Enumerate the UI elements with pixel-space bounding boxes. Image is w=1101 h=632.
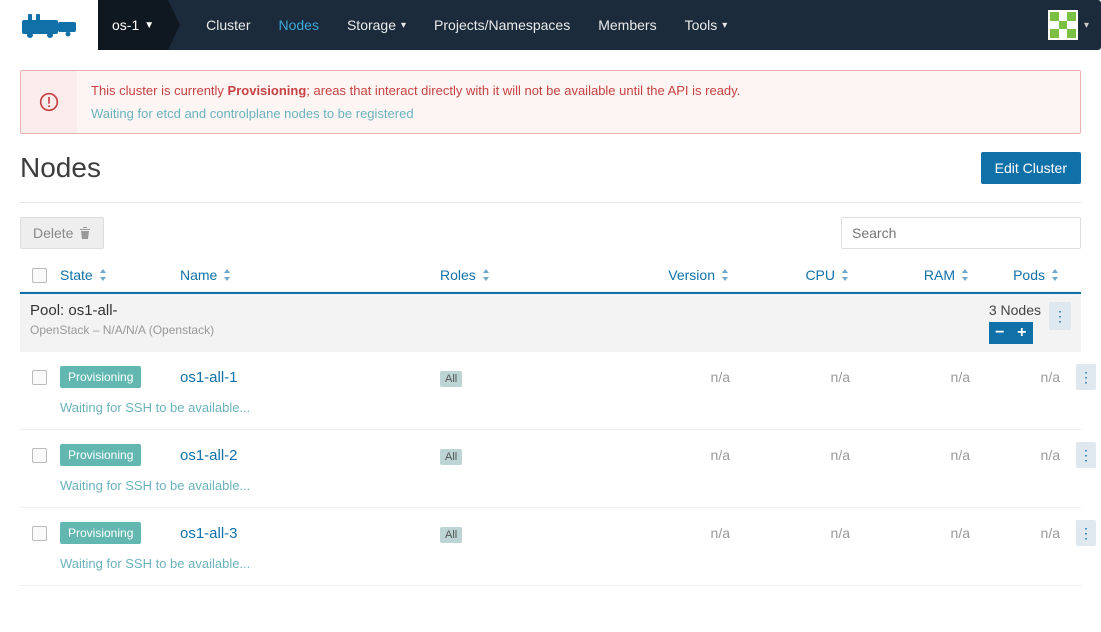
pool-actions-menu[interactable]: ⋮ <box>1049 302 1071 330</box>
sort-icon <box>481 269 491 281</box>
cpu-cell: n/a <box>730 525 850 541</box>
nav-item-tools[interactable]: Tools▾ <box>671 0 742 50</box>
ram-cell: n/a <box>850 447 970 463</box>
nav-item-nodes[interactable]: Nodes <box>265 0 333 50</box>
pods-cell: n/a <box>970 525 1060 541</box>
col-name[interactable]: Name <box>180 267 440 283</box>
nav-items: Cluster Nodes Storage▾ Projects/Namespac… <box>192 0 741 50</box>
col-version[interactable]: Version <box>570 267 730 283</box>
cpu-cell: n/a <box>730 369 850 385</box>
pods-cell: n/a <box>970 369 1060 385</box>
row-checkbox[interactable] <box>32 526 47 541</box>
trash-icon <box>79 226 91 240</box>
nav-item-storage[interactable]: Storage▾ <box>333 0 420 50</box>
row-checkbox[interactable] <box>32 370 47 385</box>
node-name-link[interactable]: os1-all-2 <box>180 447 238 464</box>
navbar: os-1 ▼ Cluster Nodes Storage▾ Projects/N… <box>98 0 1101 50</box>
cpu-cell: n/a <box>730 447 850 463</box>
chevron-down-icon: ▼ <box>144 20 154 31</box>
alert-body: This cluster is currently Provisioning; … <box>77 71 1080 133</box>
version-cell: n/a <box>570 447 730 463</box>
ram-cell: n/a <box>850 525 970 541</box>
provisioning-alert: This cluster is currently Provisioning; … <box>20 70 1081 134</box>
node-status-message: Waiting for SSH to be available... <box>60 556 1077 571</box>
role-badge: All <box>440 527 462 543</box>
node-status-message: Waiting for SSH to be available... <box>60 478 1077 493</box>
pool-node-count: 3 Nodes <box>989 302 1041 318</box>
sort-icon <box>960 269 970 281</box>
row-actions-menu[interactable]: ⋮ <box>1076 364 1096 390</box>
chevron-down-icon: ▾ <box>401 20 406 31</box>
node-row: Provisioning os1-all-2 All n/a n/a n/a n… <box>20 430 1081 508</box>
table-header: State Name Roles Version CPU RAM Pods <box>20 259 1081 292</box>
main-content: This cluster is currently Provisioning; … <box>0 50 1101 606</box>
nav-item-projects[interactable]: Projects/Namespaces <box>420 0 584 50</box>
ram-cell: n/a <box>850 369 970 385</box>
sort-icon <box>840 269 850 281</box>
pool-increment-button[interactable]: + <box>1011 322 1033 344</box>
col-roles[interactable]: Roles <box>440 267 570 283</box>
alert-detail: Waiting for etcd and controlplane nodes … <box>91 106 1066 121</box>
delete-button[interactable]: Delete <box>20 217 104 249</box>
sort-icon <box>98 269 108 281</box>
edit-cluster-button[interactable]: Edit Cluster <box>981 152 1081 184</box>
alert-icon <box>21 71 77 133</box>
page-title: Nodes <box>20 152 101 184</box>
row-actions-menu[interactable]: ⋮ <box>1076 442 1096 468</box>
sort-icon <box>720 269 730 281</box>
state-badge: Provisioning <box>60 444 141 466</box>
col-ram[interactable]: RAM <box>850 267 970 283</box>
node-name-link[interactable]: os1-all-1 <box>180 369 238 386</box>
node-name-link[interactable]: os1-all-3 <box>180 525 238 542</box>
role-badge: All <box>440 371 462 387</box>
avatar <box>1048 10 1078 40</box>
alert-message: This cluster is currently Provisioning; … <box>91 83 1066 98</box>
chevron-down-icon: ▾ <box>1084 20 1089 31</box>
cluster-selector[interactable]: os-1 ▼ <box>98 0 168 50</box>
pool-decrement-button[interactable]: − <box>989 322 1011 344</box>
row-checkbox[interactable] <box>32 448 47 463</box>
row-actions-menu[interactable]: ⋮ <box>1076 520 1096 546</box>
role-badge: All <box>440 449 462 465</box>
pool-header-row: Pool: os1-all- OpenStack – N/A/N/A (Open… <box>20 292 1081 352</box>
chevron-down-icon: ▾ <box>722 20 727 31</box>
state-badge: Provisioning <box>60 366 141 388</box>
state-badge: Provisioning <box>60 522 141 544</box>
node-row: Provisioning os1-all-1 All n/a n/a n/a n… <box>20 352 1081 430</box>
pods-cell: n/a <box>970 447 1060 463</box>
divider <box>20 202 1081 203</box>
sort-icon <box>1050 269 1060 281</box>
node-row: Provisioning os1-all-3 All n/a n/a n/a n… <box>20 508 1081 586</box>
col-cpu[interactable]: CPU <box>730 267 850 283</box>
page-header: Nodes Edit Cluster <box>20 152 1081 184</box>
table-toolbar: Delete <box>20 217 1081 249</box>
pool-title: Pool: os1-all- <box>30 302 989 319</box>
col-state[interactable]: State <box>60 267 180 283</box>
nav-item-members[interactable]: Members <box>584 0 670 50</box>
nav-user[interactable]: ▾ <box>1036 0 1101 50</box>
version-cell: n/a <box>570 369 730 385</box>
nodes-table: State Name Roles Version CPU RAM Pods Po… <box>20 259 1081 586</box>
version-cell: n/a <box>570 525 730 541</box>
pool-subtitle: OpenStack – N/A/N/A (Openstack) <box>30 323 989 337</box>
col-pods[interactable]: Pods <box>970 267 1060 283</box>
topbar: os-1 ▼ Cluster Nodes Storage▾ Projects/N… <box>0 0 1101 50</box>
select-all-checkbox[interactable] <box>32 268 47 283</box>
node-status-message: Waiting for SSH to be available... <box>60 400 1077 415</box>
nav-item-cluster[interactable]: Cluster <box>192 0 264 50</box>
rancher-logo[interactable] <box>20 0 98 50</box>
cluster-name: os-1 <box>112 17 139 33</box>
search-input[interactable] <box>841 217 1081 249</box>
sort-icon <box>222 269 232 281</box>
